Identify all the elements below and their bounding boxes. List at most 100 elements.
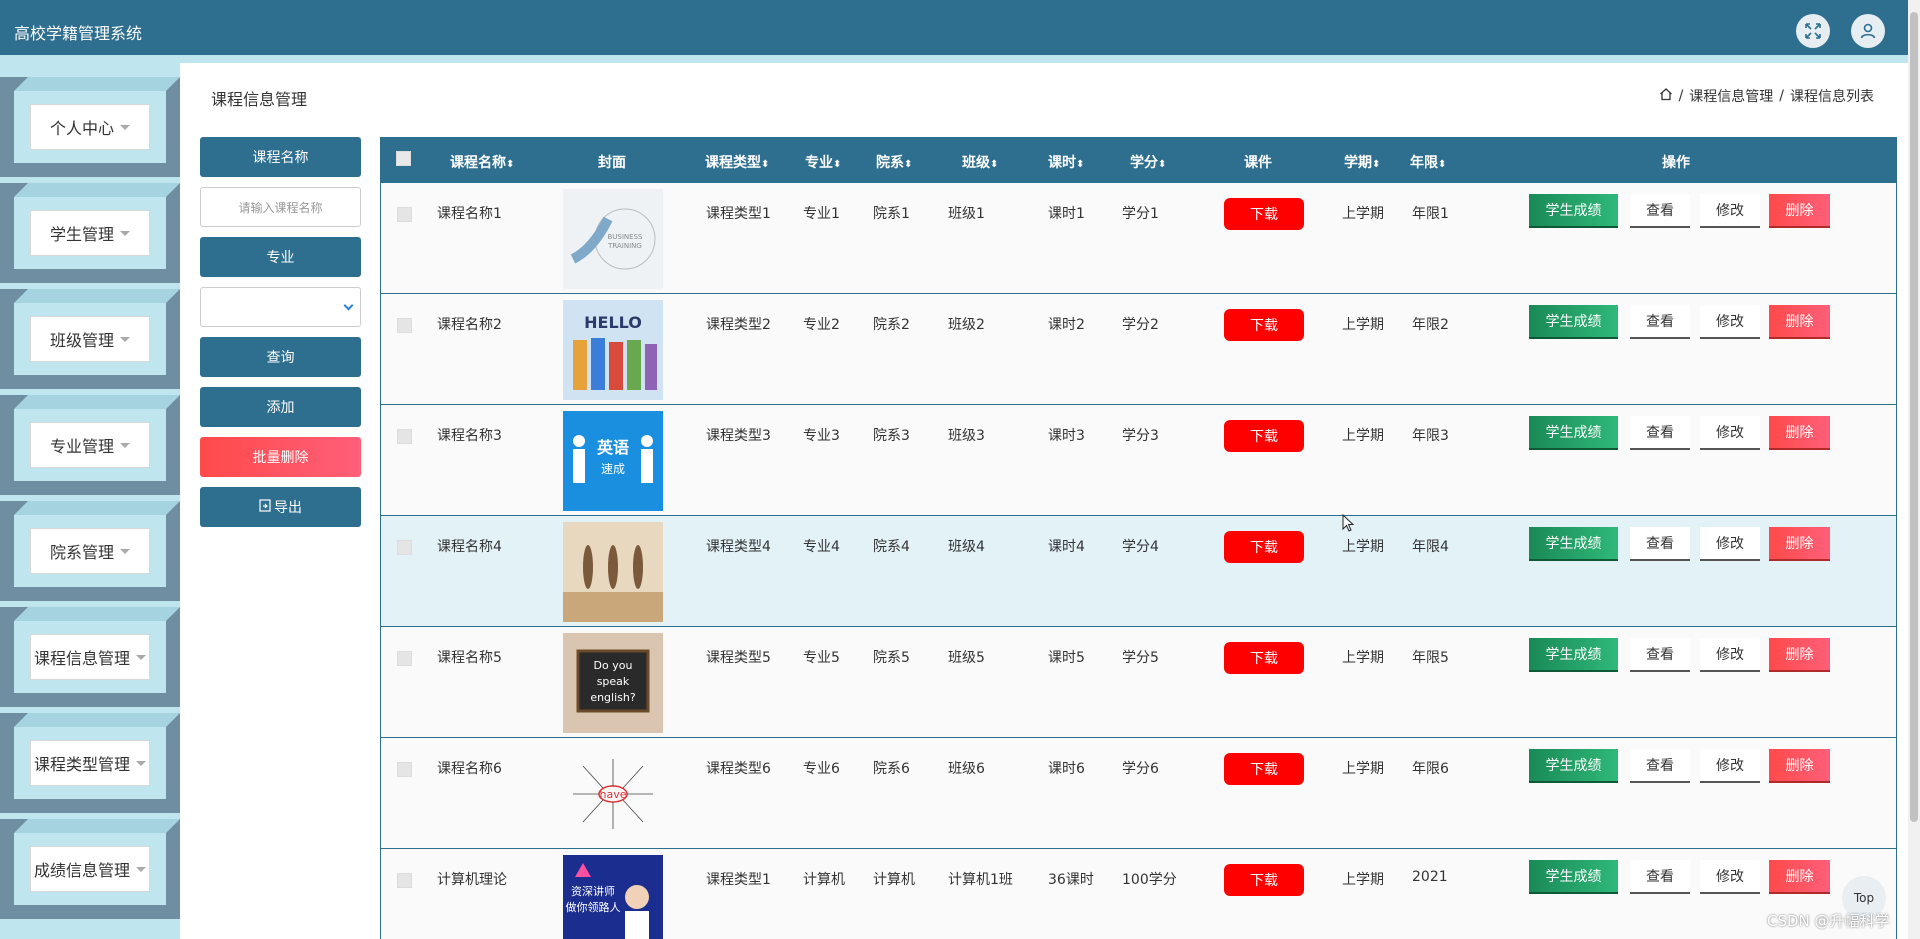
header-credit[interactable]: 学分⬍ xyxy=(1130,152,1166,172)
student-grades-button[interactable]: 学生成绩 xyxy=(1529,305,1618,339)
table-row: 课程名称1 BUSINESS TRAINING 课程类型1 专业1 院系1 班级1 课时1 学分… xyxy=(381,183,1896,294)
course-table: 课程名称⬍ 封面 课程类型⬍ 专业⬍ 院系⬍ 班级⬍ 课时⬍ 学分⬍ 课件 学期… xyxy=(380,137,1897,939)
edit-button[interactable]: 修改 xyxy=(1700,638,1760,672)
vertical-scrollbar[interactable] xyxy=(1908,0,1920,939)
cell-credit: 学分2 xyxy=(1122,317,1159,333)
view-button[interactable]: 查看 xyxy=(1630,194,1690,228)
cell-dept: 院系1 xyxy=(873,206,910,222)
download-button[interactable]: 下载 xyxy=(1224,198,1304,230)
scrollbar-thumb[interactable] xyxy=(1910,12,1918,822)
watermark: CSDN @升幅科学 xyxy=(1767,912,1890,930)
export-label: 导出 xyxy=(274,500,302,516)
header-major[interactable]: 专业⬍ xyxy=(805,152,841,172)
filter-panel: 课程名称 请输入课程名称 专业 查询 添加 批量删除 导出 xyxy=(200,137,361,537)
course-name-input[interactable]: 请输入课程名称 xyxy=(200,187,361,227)
download-button[interactable]: 下载 xyxy=(1224,753,1304,785)
cell-dept: 院系5 xyxy=(873,650,910,666)
sidebar-item-majors[interactable]: 专业管理 xyxy=(0,395,180,495)
edit-button[interactable]: 修改 xyxy=(1700,749,1760,783)
cell-term: 上学期 xyxy=(1342,539,1384,555)
cell-type: 课程类型5 xyxy=(706,650,771,666)
student-grades-button[interactable]: 学生成绩 xyxy=(1529,860,1618,894)
header-class[interactable]: 班级⬍ xyxy=(962,152,998,172)
view-button[interactable]: 查看 xyxy=(1630,638,1690,672)
cell-term: 上学期 xyxy=(1342,650,1384,666)
delete-button[interactable]: 删除 xyxy=(1769,638,1830,672)
cell-hours: 36课时 xyxy=(1048,872,1094,888)
cell-credit: 学分1 xyxy=(1122,206,1159,222)
table-row: 课程名称4 课程类型4 专业4 院系4 班级4 课时4 学分4 下载 上学期 年限4 学生成绩 查看修… xyxy=(381,516,1896,627)
delete-button[interactable]: 删除 xyxy=(1769,194,1830,228)
delete-button[interactable]: 删除 xyxy=(1769,527,1830,561)
header-dept[interactable]: 院系⬍ xyxy=(876,152,912,172)
query-button[interactable]: 查询 xyxy=(200,337,361,377)
download-button[interactable]: 下载 xyxy=(1224,531,1304,563)
edit-button[interactable]: 修改 xyxy=(1700,305,1760,339)
breadcrumb-item[interactable]: 课程信息管理 xyxy=(1689,86,1773,106)
sidebar-item-departments[interactable]: 院系管理 xyxy=(0,501,180,601)
row-checkbox[interactable] xyxy=(397,762,412,777)
row-checkbox[interactable] xyxy=(397,651,412,666)
download-button[interactable]: 下载 xyxy=(1224,642,1304,674)
cell-major: 专业6 xyxy=(803,761,840,777)
add-button[interactable]: 添加 xyxy=(200,387,361,427)
svg-text:Do you: Do you xyxy=(594,659,633,672)
view-button[interactable]: 查看 xyxy=(1630,860,1690,894)
cell-years: 年限4 xyxy=(1412,539,1449,555)
download-button[interactable]: 下载 xyxy=(1224,309,1304,341)
sidebar-item-personal[interactable]: 个人中心 xyxy=(0,77,180,177)
row-checkbox[interactable] xyxy=(397,207,412,222)
select-all-checkbox[interactable] xyxy=(396,151,411,166)
header-years[interactable]: 年限⬍ xyxy=(1410,152,1446,172)
row-checkbox[interactable] xyxy=(397,540,412,555)
caret-down-icon xyxy=(120,124,130,130)
edit-button[interactable]: 修改 xyxy=(1700,860,1760,894)
student-grades-button[interactable]: 学生成绩 xyxy=(1529,416,1618,450)
header-type[interactable]: 课程类型⬍ xyxy=(705,152,769,172)
sidebar-item-course-info[interactable]: 课程信息管理 xyxy=(0,607,180,707)
download-button[interactable]: 下载 xyxy=(1224,420,1304,452)
delete-button[interactable]: 删除 xyxy=(1769,860,1830,894)
sidebar-item-grades[interactable]: 成绩信息管理 xyxy=(0,819,180,919)
delete-button[interactable]: 删除 xyxy=(1769,305,1830,339)
view-button[interactable]: 查看 xyxy=(1630,305,1690,339)
fullscreen-icon[interactable] xyxy=(1796,14,1830,48)
delete-button[interactable]: 删除 xyxy=(1769,749,1830,783)
sidebar-item-classes[interactable]: 班级管理 xyxy=(0,289,180,389)
cell-class: 班级4 xyxy=(948,539,985,555)
batch-delete-button[interactable]: 批量删除 xyxy=(200,437,361,477)
row-checkbox[interactable] xyxy=(397,429,412,444)
edit-button[interactable]: 修改 xyxy=(1700,527,1760,561)
cell-dept: 计算机 xyxy=(873,872,915,888)
user-icon[interactable] xyxy=(1851,14,1885,48)
view-button[interactable]: 查看 xyxy=(1630,749,1690,783)
sidebar-item-course-types[interactable]: 课程类型管理 xyxy=(0,713,180,813)
export-button[interactable]: 导出 xyxy=(200,487,361,527)
svg-text:速成: 速成 xyxy=(601,462,625,476)
page-title: 课程信息管理 xyxy=(211,90,308,109)
header-courseware: 课件 xyxy=(1244,155,1272,171)
row-checkbox[interactable] xyxy=(397,318,412,333)
cell-hours: 课时3 xyxy=(1048,428,1085,444)
student-grades-button[interactable]: 学生成绩 xyxy=(1529,194,1618,228)
sidebar: 个人中心 学生管理 班级管理 专业管理 院系管理 课程信息管理 课程类型管理 成… xyxy=(0,63,180,939)
edit-button[interactable]: 修改 xyxy=(1700,416,1760,450)
svg-text:speak: speak xyxy=(597,675,630,688)
row-checkbox[interactable] xyxy=(397,873,412,888)
sidebar-item-students[interactable]: 学生管理 xyxy=(0,183,180,283)
major-select[interactable] xyxy=(200,287,361,327)
edit-button[interactable]: 修改 xyxy=(1700,194,1760,228)
student-grades-button[interactable]: 学生成绩 xyxy=(1529,527,1618,561)
cell-type: 课程类型2 xyxy=(706,317,771,333)
student-grades-button[interactable]: 学生成绩 xyxy=(1529,749,1618,783)
delete-button[interactable]: 删除 xyxy=(1769,416,1830,450)
header-name[interactable]: 课程名称⬍ xyxy=(450,152,514,172)
student-grades-button[interactable]: 学生成绩 xyxy=(1529,638,1618,672)
header-hours[interactable]: 课时⬍ xyxy=(1048,152,1084,172)
view-button[interactable]: 查看 xyxy=(1630,416,1690,450)
home-icon[interactable] xyxy=(1659,87,1673,105)
view-button[interactable]: 查看 xyxy=(1630,527,1690,561)
cell-credit: 学分3 xyxy=(1122,428,1159,444)
header-term[interactable]: 学期⬍ xyxy=(1344,152,1380,172)
download-button[interactable]: 下载 xyxy=(1224,864,1304,896)
